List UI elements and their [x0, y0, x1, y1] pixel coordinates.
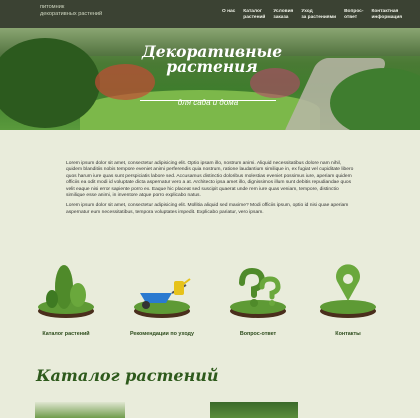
- topiary-trees-icon: [38, 265, 94, 318]
- wheelbarrow-icon: [134, 278, 191, 318]
- category-care[interactable]: Рекомендации по уходу: [126, 255, 198, 345]
- nav-plant-care[interactable]: Уход за растениями: [301, 9, 336, 20]
- category-catalog[interactable]: Каталог растений: [30, 255, 102, 345]
- category-label: Каталог растений: [42, 331, 90, 337]
- hero-title: Декоративные растения: [142, 42, 283, 76]
- main-nav: О нас Каталог растений Условия заказа Уход…: [222, 9, 410, 20]
- nav-order-terms[interactable]: Условия заказа: [273, 9, 293, 20]
- category-label: Рекомендации по уходу: [129, 331, 195, 337]
- intro-paragraph: Lorem ipsum dolor sit amet, consectetur …: [66, 161, 354, 199]
- catalog-thumbnail[interactable]: [35, 402, 125, 418]
- nav-about[interactable]: О нас: [222, 9, 235, 20]
- site-header: питомник декоративных растений О нас Кат…: [0, 0, 420, 28]
- catalog-thumbnail[interactable]: [210, 402, 298, 418]
- catalog-section-title: Каталог растений: [36, 366, 219, 385]
- category-faq[interactable]: Вопрос-ответ: [222, 255, 294, 345]
- question-topiary-icon: [230, 267, 286, 318]
- hero-banner: Декоративные растения для сада и дома: [0, 28, 420, 130]
- nav-catalog[interactable]: Каталог растений: [243, 9, 265, 20]
- intro-paragraph: Lorem ipsum dolor sit amet, consectetur …: [66, 203, 349, 215]
- intro-text: Lorem ipsum dolor sit amet, consectetur …: [66, 161, 358, 220]
- category-label: Контакты: [335, 331, 361, 337]
- nav-contacts[interactable]: Контактная информация: [371, 9, 402, 20]
- location-pin-icon: [320, 264, 376, 318]
- category-label: Вопрос-ответ: [239, 331, 277, 337]
- hero-subtitle: для сада и дома: [177, 98, 239, 107]
- category-contacts[interactable]: Контакты: [312, 255, 384, 345]
- logo-line1: питомник: [40, 4, 65, 10]
- site-logo[interactable]: питомник декоративных растений: [40, 4, 102, 18]
- logo-line2: декоративных растений: [40, 11, 103, 17]
- nav-faq[interactable]: Вопрос-ответ: [344, 9, 363, 20]
